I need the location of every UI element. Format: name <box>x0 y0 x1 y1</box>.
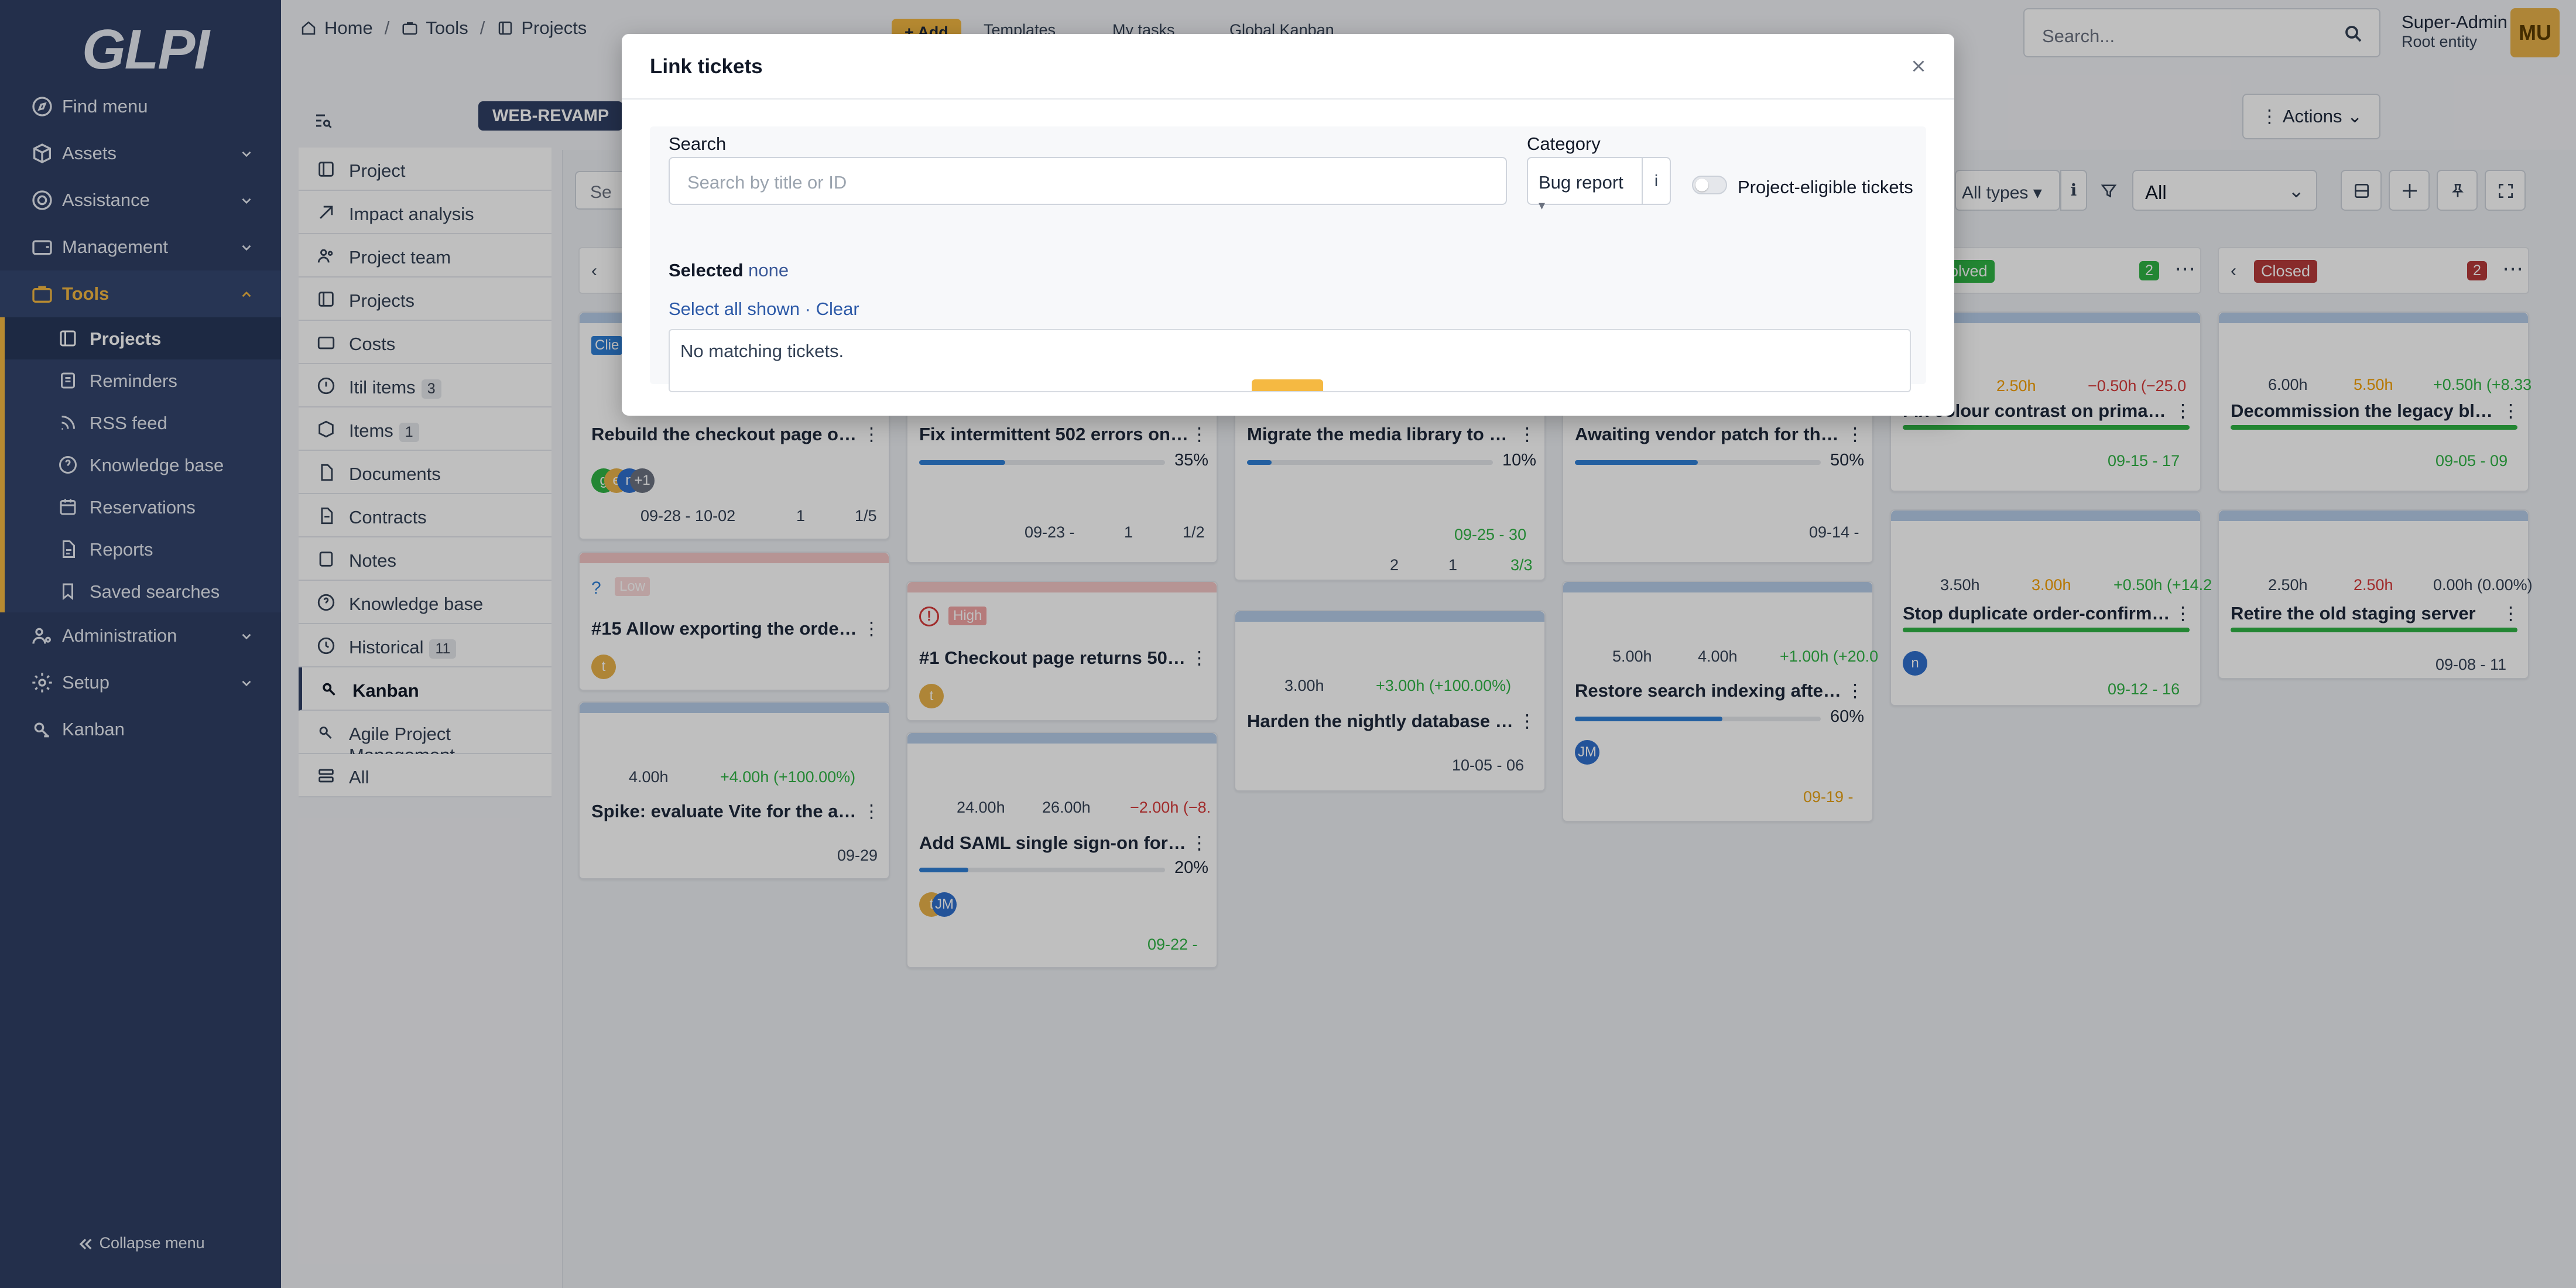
selected-label: Selected <box>669 260 744 280</box>
selection-links: Select all shown · Clear <box>669 299 859 320</box>
modal-header: Link tickets <box>622 34 1954 100</box>
selected-value: none <box>748 260 789 280</box>
modal-title: Link tickets <box>650 55 763 78</box>
scroll-indicator <box>1252 379 1323 391</box>
link-tickets-modal: Link tickets Search Search by title or I… <box>622 34 1954 416</box>
category-value: Bug report <box>1539 172 1623 193</box>
category-select[interactable]: Bug report ▾ <box>1527 157 1643 213</box>
category-label: Category <box>1527 133 1601 154</box>
modal-body: Search Search by title or ID Category Bu… <box>650 126 1926 392</box>
info-glyph: i <box>1654 172 1659 190</box>
project-eligible-toggle[interactable] <box>1692 176 1727 194</box>
selected-summary: Selected none <box>669 260 789 281</box>
separator-dot: · <box>804 299 811 319</box>
close-icon[interactable] <box>1909 56 1928 76</box>
search-label: Search <box>669 133 727 154</box>
info-icon[interactable]: i <box>1642 157 1671 205</box>
clear-link[interactable]: Clear <box>816 299 859 319</box>
ticket-search-input[interactable]: Search by title or ID <box>669 157 1507 205</box>
project-eligible-label: Project-eligible tickets <box>1738 177 1913 197</box>
no-results-text: No matching tickets. <box>680 341 844 361</box>
select-all-link[interactable]: Select all shown <box>669 299 800 319</box>
toggle-knob <box>1695 179 1708 191</box>
search-placeholder: Search by title or ID <box>687 172 847 193</box>
